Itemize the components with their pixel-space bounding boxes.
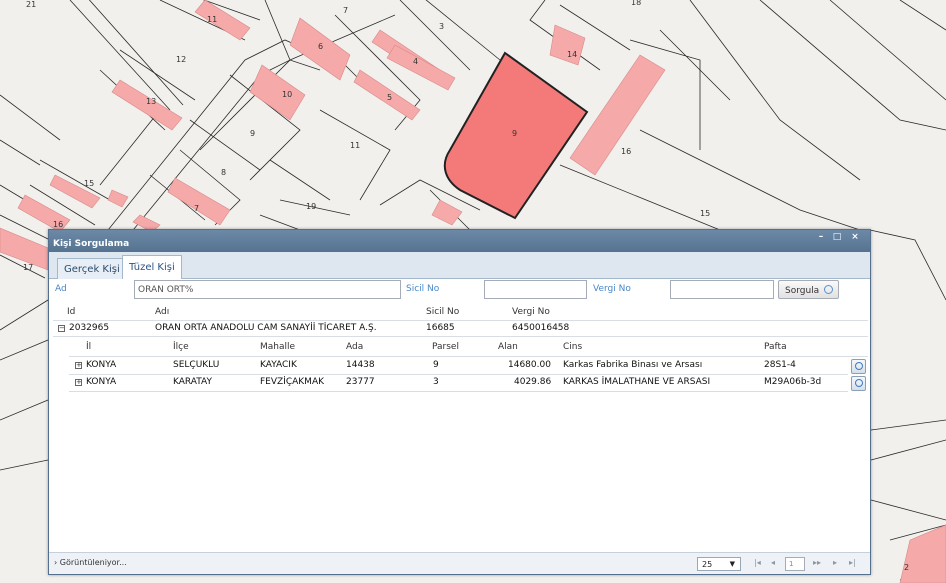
parcel-label: 13 xyxy=(146,97,157,106)
parcel-mahalle: KAYACIK xyxy=(260,360,297,370)
parcel-parsel: 9 xyxy=(433,360,439,370)
paging-toolbar: › Görüntüleniyor... 25 ▼ |◂ ◂ 1 ▸▸ ▸ ▸| xyxy=(49,552,870,574)
parcel-label: 15 xyxy=(700,209,711,218)
parcel-label: 21 xyxy=(26,0,37,9)
parcel-il: KONYA xyxy=(86,377,117,387)
owner-sicil-no: 16685 xyxy=(426,323,455,333)
parcel-label: 11 xyxy=(207,15,218,24)
parcel-label: 11 xyxy=(350,141,361,150)
divider xyxy=(69,356,868,357)
col-header-vergi-no[interactable]: Vergi No xyxy=(512,307,550,317)
parcel-ilce: SELÇUKLU xyxy=(173,360,220,370)
parcel-alan: 4029.86 xyxy=(514,377,552,387)
parcel-label: 17 xyxy=(23,263,34,272)
parcel-mahalle: FEVZİÇAKMAK xyxy=(260,377,325,387)
col-header-id[interactable]: Id xyxy=(67,307,75,317)
maximize-button[interactable]: □ xyxy=(830,232,844,243)
search-button[interactable]: Sorgula xyxy=(778,280,839,299)
owner-name: ORAN ORTA ANADOLU CAM SANAYİİ TİCARET A.… xyxy=(155,323,377,333)
tab-strip: Gerçek Kişi Tüzel Kişi xyxy=(49,252,870,280)
parcel-label-highlighted: 9 xyxy=(512,129,518,138)
col-header-pafta[interactable]: Pafta xyxy=(764,342,787,352)
last-page-button[interactable]: ▸| xyxy=(849,558,856,567)
zoom-in-icon xyxy=(855,379,863,387)
divider xyxy=(53,320,868,321)
parcel-label: 7 xyxy=(343,6,349,15)
parcel-label: 4 xyxy=(413,57,419,66)
zoom-in-icon xyxy=(855,362,863,370)
parcel-il: KONYA xyxy=(86,360,117,370)
parcel-ada: 23777 xyxy=(346,377,375,387)
parcel-label: 7 xyxy=(194,204,200,213)
collapse-icon[interactable]: − xyxy=(58,325,65,332)
vergi-no-label: Vergi No xyxy=(593,284,631,294)
divider xyxy=(69,391,848,392)
parcel-label: 2 xyxy=(904,563,910,572)
parcel-pafta: M29A06b-3d xyxy=(764,377,822,387)
person-query-window[interactable]: Kişi Sorgulama – □ × Gerçek Kişi Tüzel K… xyxy=(48,229,871,575)
parcel-label: 9 xyxy=(250,129,256,138)
col-header-ilce[interactable]: İlçe xyxy=(173,342,189,352)
first-page-button[interactable]: |◂ xyxy=(754,558,761,567)
vergi-no-input[interactable] xyxy=(670,280,774,299)
chevron-down-icon: ▼ xyxy=(729,560,735,568)
page-size-value: 25 xyxy=(702,560,713,569)
parcel-pafta: 28S1-4 xyxy=(764,360,796,370)
parcel-label: 19 xyxy=(306,202,317,211)
close-button[interactable]: × xyxy=(848,232,862,243)
parcel-label: 12 xyxy=(176,55,187,64)
parcel-label: 16 xyxy=(53,220,64,229)
window-titlebar[interactable]: Kişi Sorgulama – □ × xyxy=(49,230,870,252)
col-header-adi[interactable]: Adı xyxy=(155,307,169,317)
magnifier-icon xyxy=(824,285,834,294)
expand-icon[interactable]: + xyxy=(75,379,82,386)
divider xyxy=(53,336,868,337)
expand-icon[interactable]: + xyxy=(75,362,82,369)
parcel-label: 6 xyxy=(318,42,324,51)
search-button-label: Sorgula xyxy=(785,286,820,296)
divider xyxy=(69,374,848,375)
parcel-cins: KARKAS İMALATHANE VE ARSASI xyxy=(563,377,711,387)
page-size-select[interactable]: 25 ▼ xyxy=(697,557,741,571)
ad-input[interactable]: ORAN ORT% xyxy=(134,280,401,299)
parcel-label: 5 xyxy=(387,93,393,102)
zoom-to-parcel-button[interactable] xyxy=(851,376,866,391)
col-header-sicil-no[interactable]: Sicil No xyxy=(426,307,459,317)
col-header-il[interactable]: İl xyxy=(86,342,91,352)
parcel-alan: 14680.00 xyxy=(508,360,551,370)
parcel-label: 14 xyxy=(567,50,578,59)
next-button[interactable]: ▸ xyxy=(833,558,837,567)
tab-tuzel-kisi[interactable]: Tüzel Kişi xyxy=(122,255,182,280)
window-title: Kişi Sorgulama xyxy=(53,239,130,249)
parcel-label: 8 xyxy=(221,168,227,177)
parcel-ada: 14438 xyxy=(346,360,375,370)
parcel-ilce: KARATAY xyxy=(173,377,213,387)
minimize-button[interactable]: – xyxy=(814,232,828,243)
ad-label: Ad xyxy=(55,284,67,294)
col-header-alan[interactable]: Alan xyxy=(498,342,518,352)
col-header-mahalle[interactable]: Mahalle xyxy=(260,342,295,352)
parcel-label: 3 xyxy=(439,22,445,31)
sicil-no-input[interactable] xyxy=(484,280,587,299)
parcel-label: 16 xyxy=(621,147,632,156)
parcel-cins: Karkas Fabrika Binası ve Arsası xyxy=(563,360,703,370)
filter-bar: Ad ORAN ORT% Sicil No Vergi No Sorgula xyxy=(49,279,870,301)
col-header-parsel[interactable]: Parsel xyxy=(432,342,459,352)
prev-page-button[interactable]: ◂ xyxy=(771,558,775,567)
next-page-button[interactable]: ▸▸ xyxy=(813,558,821,567)
owner-vergi-no: 6450016458 xyxy=(512,323,570,333)
col-header-ada[interactable]: Ada xyxy=(346,342,363,352)
parcel-label: 10 xyxy=(282,90,293,99)
parcel-label: 15 xyxy=(84,179,95,188)
owner-id: 2032965 xyxy=(69,323,110,333)
page-number-input[interactable]: 1 xyxy=(785,557,805,571)
sicil-no-label: Sicil No xyxy=(406,284,440,294)
status-label: Görüntüleniyor... xyxy=(59,558,127,567)
parcel-parsel: 3 xyxy=(433,377,439,387)
zoom-to-parcel-button[interactable] xyxy=(851,359,866,374)
parcel-label: 18 xyxy=(631,0,642,7)
status-text: › Görüntüleniyor... xyxy=(54,558,127,567)
tab-gercek-kisi[interactable]: Gerçek Kişi xyxy=(57,258,127,279)
col-header-cins[interactable]: Cins xyxy=(563,342,582,352)
